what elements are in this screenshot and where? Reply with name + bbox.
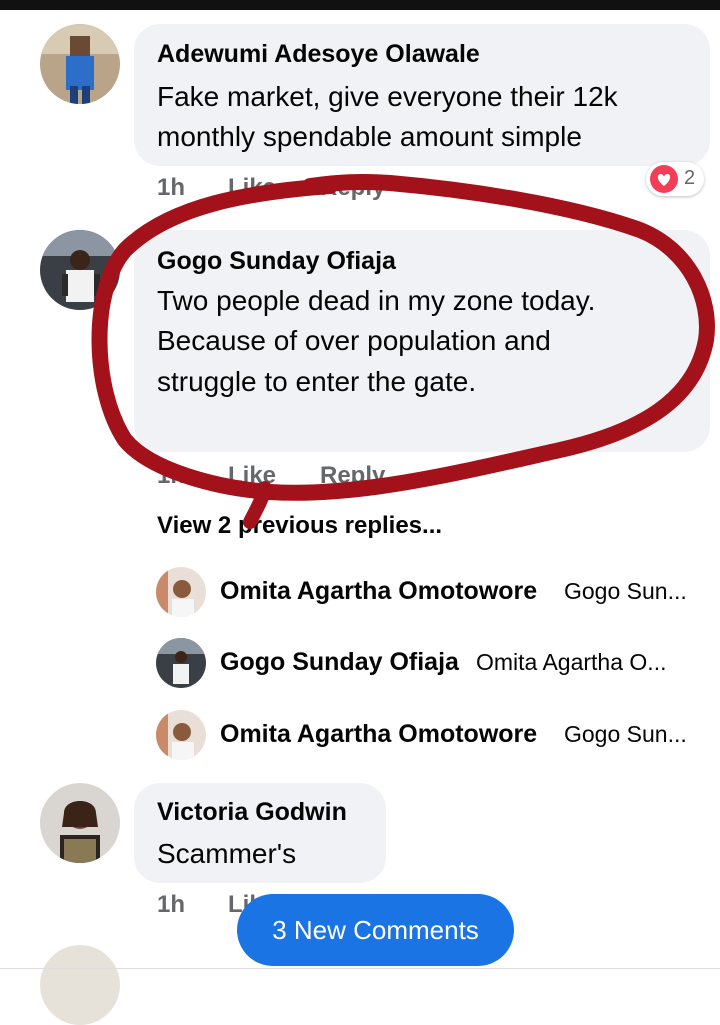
new-comments-button[interactable]: 3 New Comments (237, 894, 514, 966)
highlight-circle-annotation (91, 174, 715, 529)
